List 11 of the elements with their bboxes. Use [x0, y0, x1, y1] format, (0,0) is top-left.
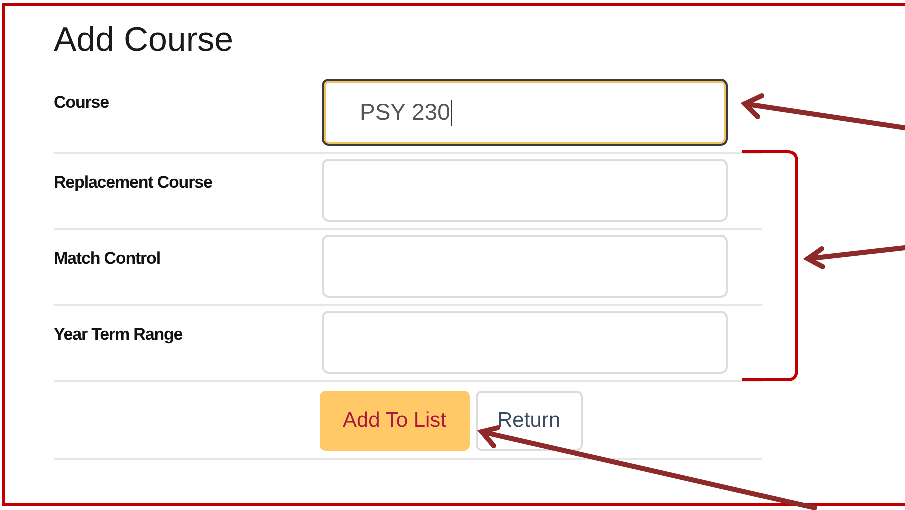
- field-label: Year Term Range: [54, 324, 183, 345]
- input-field[interactable]: PSY 230: [322, 79, 728, 146]
- input-field[interactable]: [322, 159, 728, 222]
- add-button[interactable]: Add To List: [320, 391, 470, 451]
- return-button[interactable]: Return: [476, 391, 583, 451]
- input-field[interactable]: [322, 235, 728, 298]
- field-label: Match Control: [54, 248, 160, 269]
- field-label: Course: [54, 92, 109, 113]
- page-title: Add Course: [54, 20, 234, 60]
- input-field[interactable]: [322, 311, 728, 374]
- field-label: Replacement Course: [54, 172, 212, 193]
